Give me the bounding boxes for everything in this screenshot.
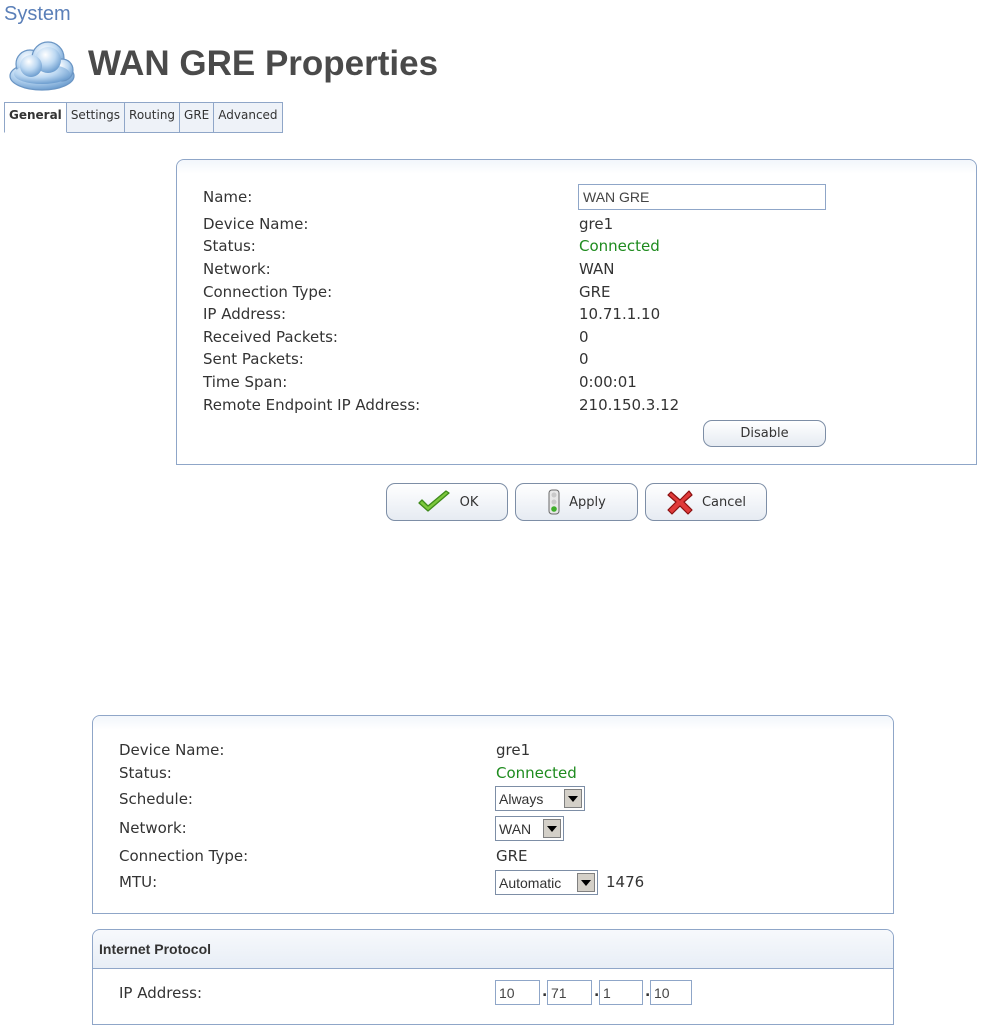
disable-button[interactable]: Disable xyxy=(703,420,826,447)
tab-bar: General Settings Routing GRE Advanced xyxy=(4,102,283,133)
chevron-down-icon xyxy=(577,873,595,892)
internet-protocol-title: Internet Protocol xyxy=(93,930,893,969)
chevron-down-icon xyxy=(564,789,582,808)
schedule-label: Schedule: xyxy=(119,790,193,808)
ip-octet-3[interactable] xyxy=(599,980,643,1005)
mtu-label: MTU: xyxy=(119,873,158,891)
tab-gre[interactable]: GRE xyxy=(180,102,215,133)
cancel-button-label: Cancel xyxy=(701,494,747,510)
received-packets-label: Received Packets: xyxy=(203,328,338,346)
settings-device-name-label: Device Name: xyxy=(119,741,225,759)
ip-octet-1[interactable] xyxy=(495,980,540,1005)
general-panel: Name: Device Name: gre1 Status: Connecte… xyxy=(176,159,977,465)
settings-status-value: Connected xyxy=(496,764,577,782)
internet-protocol-panel: Internet Protocol IP Address: . . . xyxy=(92,929,894,1025)
remote-endpoint-label: Remote Endpoint IP Address: xyxy=(203,396,421,414)
mtu-selected-value: Automatic xyxy=(499,874,562,891)
network-value: WAN xyxy=(579,260,615,278)
name-input[interactable] xyxy=(578,184,826,210)
disable-button-label: Disable xyxy=(740,426,789,441)
apply-button-label: Apply xyxy=(569,494,606,510)
tab-general[interactable]: General xyxy=(4,102,67,133)
time-span-label: Time Span: xyxy=(203,373,288,391)
sent-packets-label: Sent Packets: xyxy=(203,350,304,368)
connection-type-label: Connection Type: xyxy=(203,283,333,301)
settings-panel: Device Name: gre1 Status: Connected Sche… xyxy=(92,715,894,914)
status-value: Connected xyxy=(579,237,660,255)
chevron-down-icon xyxy=(543,819,561,838)
settings-connection-type-label: Connection Type: xyxy=(119,847,249,865)
device-name-value: gre1 xyxy=(579,215,614,233)
cancel-x-icon xyxy=(667,490,693,515)
sent-packets-value: 0 xyxy=(579,350,589,368)
ip-address-value: 10.71.1.10 xyxy=(579,305,661,323)
status-label: Status: xyxy=(203,237,256,255)
mtu-value: 1476 xyxy=(606,873,645,891)
ip-octet-2[interactable] xyxy=(547,980,592,1005)
ok-button-label: OK xyxy=(459,494,479,510)
settings-connection-type-value: GRE xyxy=(496,847,528,865)
schedule-select[interactable]: Always xyxy=(495,786,585,811)
network-selected-value: WAN xyxy=(499,820,532,837)
settings-network-label: Network: xyxy=(119,819,187,837)
received-packets-value: 0 xyxy=(579,328,589,346)
tab-settings[interactable]: Settings xyxy=(66,102,126,133)
breadcrumb[interactable]: System xyxy=(4,3,71,26)
apply-button[interactable]: Apply xyxy=(515,483,638,521)
cloud-icon xyxy=(9,41,75,91)
ip-address-label: IP Address: xyxy=(203,305,287,323)
settings-status-label: Status: xyxy=(119,764,172,782)
cancel-button[interactable]: Cancel xyxy=(645,483,767,521)
traffic-light-icon xyxy=(548,489,560,515)
mtu-select[interactable]: Automatic xyxy=(495,870,598,895)
checkmark-icon xyxy=(417,490,450,512)
network-label: Network: xyxy=(203,260,271,278)
schedule-selected-value: Always xyxy=(499,790,544,807)
settings-device-name-value: gre1 xyxy=(496,741,531,759)
network-select[interactable]: WAN xyxy=(495,816,564,841)
device-name-label: Device Name: xyxy=(203,215,309,233)
ok-button[interactable]: OK xyxy=(386,483,508,521)
tab-advanced[interactable]: Advanced xyxy=(214,102,283,133)
remote-endpoint-value: 210.150.3.12 xyxy=(579,396,680,414)
name-label: Name: xyxy=(203,188,253,206)
page-title: WAN GRE Properties xyxy=(88,44,439,83)
ip-octet-4[interactable] xyxy=(650,980,692,1005)
time-span-value: 0:00:01 xyxy=(579,373,637,391)
tab-routing[interactable]: Routing xyxy=(125,102,181,133)
ip-address-label: IP Address: xyxy=(119,984,203,1002)
connection-type-value: GRE xyxy=(579,283,611,301)
